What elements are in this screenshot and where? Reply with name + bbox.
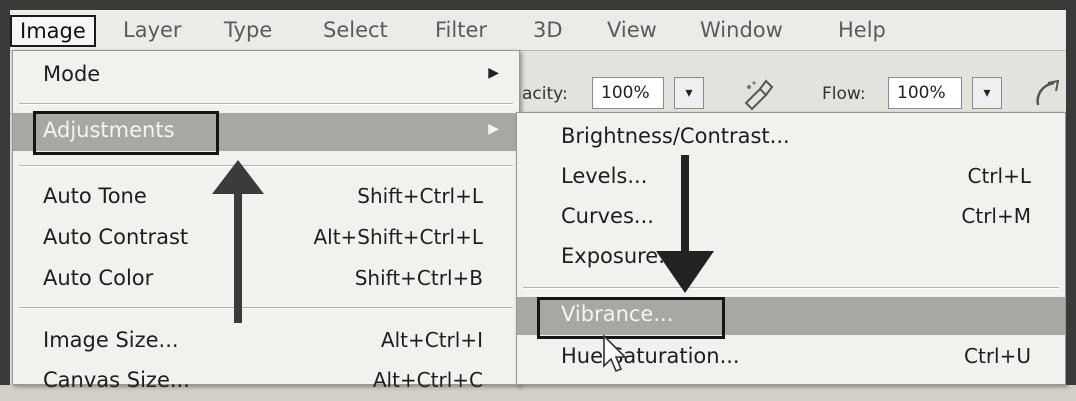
mouse-cursor-icon — [603, 334, 627, 373]
shortcut-label: Ctrl+L — [967, 164, 1032, 188]
submenu-arrow-icon: ▶ — [488, 121, 499, 137]
submenu-arrow-icon: ▶ — [488, 65, 499, 81]
menu-filter[interactable]: Filter — [435, 16, 487, 44]
menu-item-label: Brightness/Contrast... — [561, 124, 790, 148]
down-arrow-annotation — [656, 155, 714, 293]
menu-item-auto-contrast[interactable]: Auto Contrast Alt+Shift+Ctrl+L — [13, 220, 519, 258]
menu-item-image-size[interactable]: Image Size... Alt+Ctrl+I — [13, 323, 519, 361]
menu-item-exposure[interactable]: Exposure... — [517, 239, 1065, 277]
menu-separator — [523, 287, 1059, 289]
pressure-icon[interactable] — [1030, 77, 1064, 111]
image-menu: Mode ▶ Adjustments ▶ Auto Tone Shift+Ctr… — [12, 50, 520, 392]
menu-layer[interactable]: Layer — [123, 16, 182, 44]
menu-item-levels[interactable]: Levels... Ctrl+L — [517, 159, 1065, 197]
menu-item-label: Auto Color — [43, 266, 154, 290]
menu-image[interactable]: Image — [10, 15, 96, 47]
menu-item-mode[interactable]: Mode ▶ — [13, 57, 519, 95]
flow-field[interactable]: 100% — [888, 77, 962, 109]
menu-item-hue-saturation[interactable]: Hue/Saturation... Ctrl+U — [517, 339, 1065, 377]
shortcut-label: Alt+Shift+Ctrl+L — [313, 225, 483, 249]
menu-item-brightness-contrast[interactable]: Brightness/Contrast... — [517, 119, 1065, 157]
opacity-field[interactable]: 100% — [592, 77, 664, 109]
shortcut-label: Ctrl+M — [961, 204, 1031, 228]
up-arrow-annotation — [212, 160, 264, 323]
flow-dropdown[interactable]: ▾ — [972, 77, 1002, 109]
flow-label: Flow: — [822, 84, 866, 104]
menu-help[interactable]: Help — [838, 16, 886, 44]
menu-bar: Image Layer Type Select Filter 3D View W… — [10, 10, 1066, 51]
opacity-dropdown[interactable]: ▾ — [674, 77, 704, 109]
adjustments-submenu: Brightness/Contrast... Levels... Ctrl+L … — [516, 112, 1066, 385]
menu-item-label: Mode — [43, 62, 101, 86]
menu-separator — [19, 307, 513, 309]
adjustments-annotation-box — [33, 111, 219, 155]
menu-item-auto-tone[interactable]: Auto Tone Shift+Ctrl+L — [13, 179, 519, 217]
shortcut-label: Shift+Ctrl+L — [357, 184, 483, 208]
menu-item-auto-color[interactable]: Auto Color Shift+Ctrl+B — [13, 261, 519, 299]
shortcut-label: Shift+Ctrl+B — [354, 266, 483, 290]
menu-item-label: Auto Tone — [43, 184, 147, 208]
shortcut-label: Alt+Ctrl+C — [372, 368, 483, 392]
menu-item-label: Canvas Size... — [43, 368, 190, 392]
opacity-label: acity: — [522, 84, 568, 104]
menu-3d[interactable]: 3D — [533, 16, 563, 44]
menu-item-label: Hue/Saturation... — [561, 344, 740, 368]
menu-separator — [19, 165, 513, 167]
menu-item-label: Image Size... — [43, 328, 179, 352]
menu-window[interactable]: Window — [700, 16, 783, 44]
menu-item-curves[interactable]: Curves... Ctrl+M — [517, 199, 1065, 237]
shortcut-label: Alt+Ctrl+I — [380, 328, 483, 352]
menu-type[interactable]: Type — [224, 16, 272, 44]
menu-item-label: Auto Contrast — [43, 225, 189, 249]
vibrance-annotation-box — [537, 297, 725, 339]
airbrush-icon[interactable] — [740, 77, 774, 111]
menu-view[interactable]: View — [607, 16, 657, 44]
menu-select[interactable]: Select — [323, 16, 388, 44]
menu-separator — [19, 103, 513, 105]
menu-item-label: Levels... — [561, 164, 648, 188]
shortcut-label: Ctrl+U — [964, 344, 1031, 368]
menu-item-label: Curves... — [561, 204, 654, 228]
menu-item-canvas-size[interactable]: Canvas Size... Alt+Ctrl+C — [13, 363, 519, 401]
